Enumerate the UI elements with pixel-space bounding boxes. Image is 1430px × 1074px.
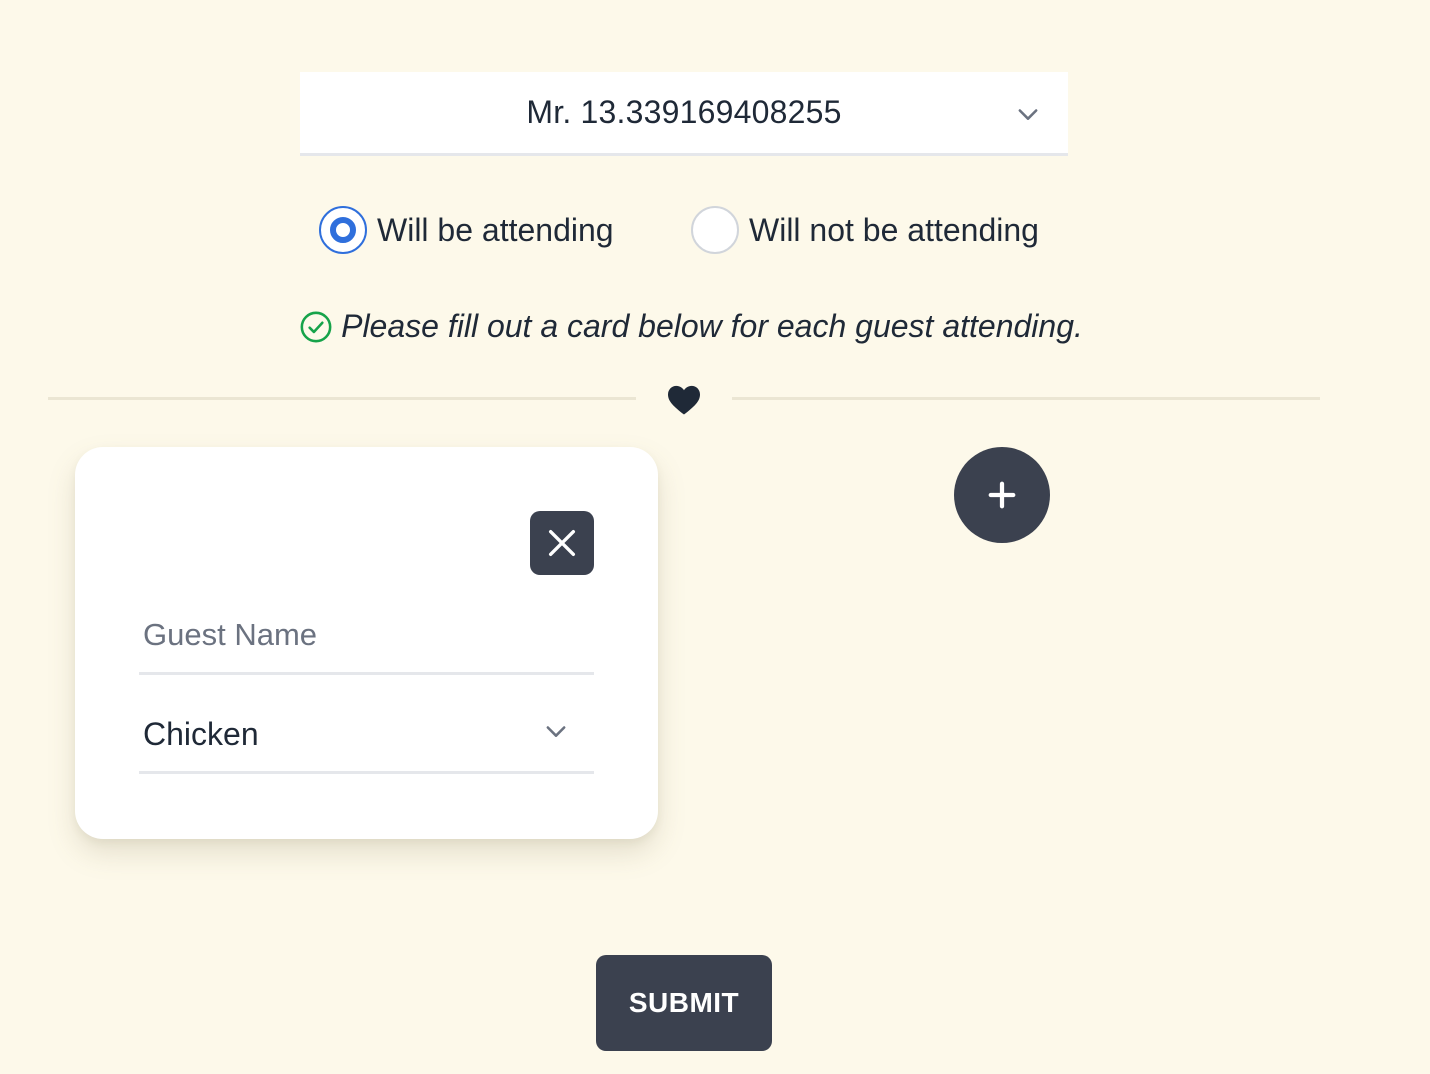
instructions-text: Please fill out a card below for each gu… bbox=[341, 308, 1083, 344]
plus-icon bbox=[988, 481, 1016, 509]
close-icon bbox=[548, 529, 576, 557]
remove-guest-button[interactable] bbox=[530, 511, 594, 575]
add-guest-button[interactable] bbox=[954, 447, 1050, 543]
rsvp-page: Mr. 13.339169408255 Will be attending Wi… bbox=[0, 0, 1430, 1074]
meal-select[interactable]: Chicken bbox=[139, 697, 594, 774]
divider-right bbox=[732, 397, 1320, 400]
guest-card: Chicken bbox=[75, 447, 658, 839]
guest-name-input[interactable] bbox=[139, 597, 594, 675]
guest-name-select[interactable]: Mr. 13.339169408255 bbox=[300, 72, 1068, 156]
heart-icon bbox=[668, 385, 700, 415]
check-circle-icon bbox=[300, 311, 332, 342]
submit-button[interactable]: SUBMIT bbox=[596, 955, 772, 1051]
attendance-radio-group: Will be attending Will not be attending bbox=[0, 206, 1430, 258]
instructions-message: Please fill out a card below for each gu… bbox=[0, 308, 1430, 345]
radio-will-not-attend[interactable]: Will not be attending bbox=[691, 206, 1039, 254]
chevron-down-icon bbox=[1018, 109, 1038, 120]
radio-will-attend[interactable]: Will be attending bbox=[319, 206, 614, 254]
chevron-down-icon bbox=[546, 726, 566, 737]
radio-will-not-attend-label[interactable]: Will not be attending bbox=[749, 212, 1039, 249]
meal-select-value: Chicken bbox=[143, 715, 259, 752]
guest-name-select-value: Mr. 13.339169408255 bbox=[526, 94, 842, 130]
radio-will-not-attend-circle[interactable] bbox=[691, 206, 739, 254]
divider-left bbox=[48, 397, 636, 400]
radio-will-attend-label[interactable]: Will be attending bbox=[377, 212, 614, 249]
radio-will-attend-circle[interactable] bbox=[319, 206, 367, 254]
